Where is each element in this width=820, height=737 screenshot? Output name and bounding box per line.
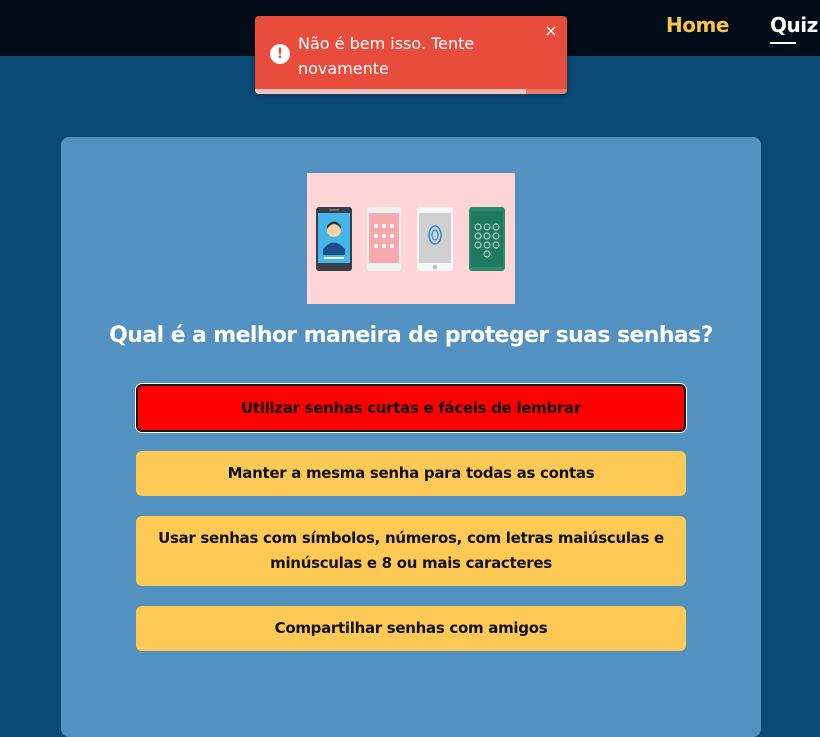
error-toast: ! Não é bem isso. Tente novamente ×	[255, 16, 567, 94]
toast-message: Não é bem isso. Tente novamente	[298, 34, 475, 78]
nav-quiz-link[interactable]: Quiz	[770, 13, 818, 37]
smartphone-lock-screens-illustration	[307, 173, 515, 304]
quiz-question: Qual é a melhor maneira de proteger suas…	[109, 323, 713, 348]
quiz-illustration	[307, 173, 515, 304]
exclamation-icon: !	[270, 44, 290, 64]
answer-option-1[interactable]: Utilizar senhas curtas e fáceis de lembr…	[136, 384, 686, 432]
answer-option-3[interactable]: Usar senhas com símbolos, números, com l…	[136, 516, 686, 586]
keypad-phone-icon	[469, 207, 505, 271]
fingerprint-phone-icon	[417, 207, 453, 271]
nav-active-underline	[770, 42, 796, 44]
answer-option-2[interactable]: Manter a mesma senha para todas as conta…	[136, 451, 686, 496]
face-id-phone-icon	[316, 207, 352, 271]
nav-home-link[interactable]: Home	[666, 13, 729, 37]
toast-progress-track	[255, 89, 567, 94]
pin-pattern-phone-icon	[367, 207, 401, 271]
close-icon[interactable]: ×	[544, 22, 558, 40]
answer-option-4[interactable]: Compartilhar senhas com amigos	[136, 606, 686, 651]
quiz-card: Qual é a melhor maneira de proteger suas…	[61, 137, 761, 737]
toast-progress-bar	[255, 89, 527, 94]
